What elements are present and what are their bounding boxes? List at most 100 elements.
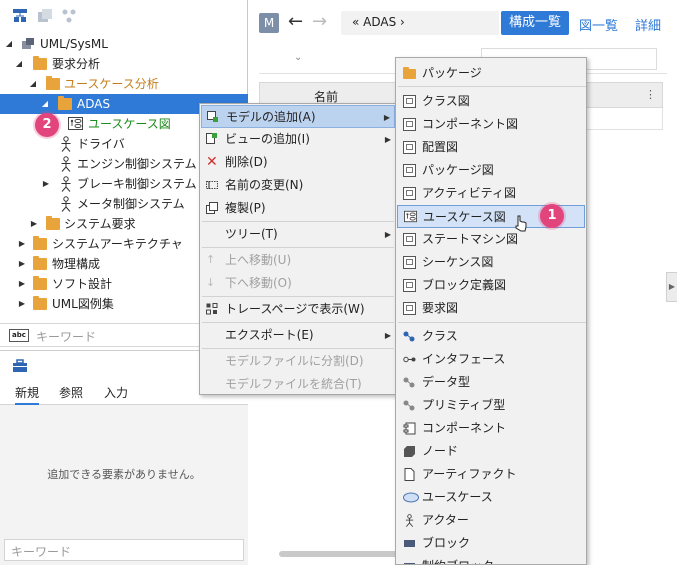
rename-icon (206, 181, 218, 189)
menu-item-rename[interactable]: 名前の変更(N) (201, 174, 395, 197)
submenu-item-sequence-diagram[interactable]: シーケンス図 (397, 251, 585, 274)
forward-arrow-icon[interactable]: → (312, 11, 327, 32)
submenu-item-actor[interactable]: アクター (397, 509, 585, 532)
submenu-item-requirement-diagram[interactable]: 要求図 (397, 297, 585, 320)
expand-arrow-icon[interactable]: ◢ (40, 94, 50, 114)
breadcrumb[interactable]: « ADAS › (341, 11, 499, 35)
submenu-item-statemachine-diagram[interactable]: ステートマシン図 (397, 228, 585, 251)
usecase-diagram-icon (68, 117, 83, 130)
step-badge-2: 2 (35, 113, 59, 137)
submenu-item-usecase[interactable]: ユースケース (397, 486, 585, 509)
submenu-arrow-icon: ▶ (384, 230, 391, 239)
model-button[interactable]: M (259, 13, 279, 33)
tree-item-root[interactable]: ◢ UML/SysML (0, 34, 248, 54)
expand-arrow-icon[interactable]: ◢ (4, 34, 14, 54)
menu-item-show-trace[interactable]: トレースページで表示(W) (201, 298, 395, 321)
requirement-diagram-icon (403, 302, 416, 315)
copy-view-icon[interactable] (37, 8, 53, 24)
add-view-icon (206, 133, 217, 144)
submenu-item-component-diagram[interactable]: コンポーネント図 (397, 113, 585, 136)
back-arrow-icon[interactable]: ← (288, 11, 303, 32)
activity-diagram-icon (403, 187, 416, 200)
menu-item-label: 削除(D) (225, 155, 268, 169)
block-definition-diagram-icon (403, 279, 416, 292)
expand-arrow-icon[interactable]: ◢ (28, 74, 38, 94)
arrow-down-icon: ↓ (206, 276, 216, 289)
submenu-arrow-icon: ▶ (383, 113, 390, 122)
submenu-item-constraint-block[interactable]: 制約ブロック (397, 555, 585, 564)
toolbox-icon[interactable] (12, 359, 28, 373)
chevron-down-icon[interactable]: ⌄ (294, 52, 302, 63)
abc-icon: abc (9, 329, 29, 342)
duplicate-icon (206, 202, 218, 214)
submenu-item-deployment-diagram[interactable]: 配置図 (397, 136, 585, 159)
component-icon (403, 422, 416, 435)
submenu-item-interface[interactable]: インタフェース (397, 348, 585, 371)
submenu-item-block-definition-diagram[interactable]: ブロック定義図 (397, 274, 585, 297)
submenu-item-block[interactable]: ブロック (397, 532, 585, 555)
submenu-item-datatype[interactable]: データ型 (397, 371, 585, 394)
actor-icon (61, 196, 71, 212)
component-diagram-icon (403, 118, 416, 131)
collapse-arrow-icon[interactable]: ▶ (17, 254, 27, 274)
structure-list-button[interactable]: 構成一覧 (501, 11, 569, 35)
menu-item-label: ビューの追加(I) (225, 132, 310, 146)
collapse-arrow-icon[interactable]: ▶ (17, 274, 27, 294)
menu-separator (202, 348, 394, 349)
submenu-item-package[interactable]: パッケージ (397, 62, 585, 85)
menu-item-delete[interactable]: ✕ 削除(D) (201, 151, 395, 174)
expand-arrow-icon[interactable]: ◢ (14, 54, 24, 74)
submenu-item-class[interactable]: クラス (397, 325, 585, 348)
sequence-diagram-icon (403, 256, 416, 269)
block-icon (404, 540, 415, 547)
menu-item-add-view[interactable]: ビューの追加(I) ▶ (201, 128, 395, 151)
column-menu-icon[interactable]: ⋮ (645, 88, 656, 101)
collapse-arrow-icon[interactable]: ▶ (17, 294, 27, 314)
package-diagram-icon (403, 164, 416, 177)
menu-item-split-model: モデルファイルに分割(D) (201, 350, 395, 373)
collapse-arrow-icon[interactable]: ▶ (17, 234, 27, 254)
menu-item-label: 下へ移動(O) (225, 276, 292, 290)
submenu-item-label: パッケージ (422, 66, 482, 80)
side-panel-toggle[interactable]: ▶ (666, 272, 677, 302)
submenu-item-artifact[interactable]: アーティファクト (397, 463, 585, 486)
tree-item-label: システムアーキテクチャ (52, 237, 183, 251)
menu-item-add-model[interactable]: モデルの追加(A) ▶ (201, 105, 395, 128)
menu-item-tree[interactable]: ツリー(T) ▶ (201, 223, 395, 246)
submenu-item-node[interactable]: ノード (397, 440, 585, 463)
collapse-arrow-icon[interactable]: ▶ (41, 174, 51, 194)
folder-icon (33, 56, 47, 70)
submenu-item-package-diagram[interactable]: パッケージ図 (397, 159, 585, 182)
tree-item-usecase-analysis[interactable]: ◢ ユースケース分析 (0, 74, 248, 94)
submenu-item-label: クラス図 (422, 94, 470, 108)
class-diagram-icon (403, 95, 416, 108)
statemachine-diagram-icon (403, 233, 416, 246)
tree-structure-icon[interactable] (12, 8, 28, 24)
submenu-item-activity-diagram[interactable]: アクティビティ図 (397, 182, 585, 205)
folder-icon (58, 96, 72, 110)
detail-link[interactable]: 詳細 (635, 15, 661, 34)
palette-keyword-input[interactable]: キーワード (4, 539, 244, 561)
submenu-item-component[interactable]: コンポーネント (397, 417, 585, 440)
menu-item-move-up: ↑ 上へ移動(U) (201, 249, 395, 272)
menu-separator (202, 296, 394, 297)
submenu-item-primitive-type[interactable]: プリミティブ型 (397, 394, 585, 417)
tab-reference[interactable]: 参照 (59, 384, 83, 401)
menu-item-duplicate[interactable]: 複製(P) (201, 197, 395, 220)
tab-input[interactable]: 入力 (104, 384, 128, 401)
hierarchy-icon[interactable] (61, 8, 77, 24)
menu-item-label: モデルファイルに分割(D) (225, 354, 364, 368)
tab-new[interactable]: 新規 (15, 384, 40, 405)
menu-separator (202, 221, 394, 222)
folder-icon (33, 276, 47, 290)
submenu-item-label: シーケンス図 (422, 255, 494, 269)
tree-item-label: UML図例集 (52, 297, 114, 311)
collapse-arrow-icon[interactable]: ▶ (29, 214, 39, 234)
menu-separator (398, 86, 586, 87)
folder-icon (33, 236, 47, 250)
tree-item-requirements-analysis[interactable]: ◢ 要求分析 (0, 54, 248, 74)
submenu-item-class-diagram[interactable]: クラス図 (397, 90, 585, 113)
diagram-list-link[interactable]: 図一覧 (579, 15, 618, 34)
menu-item-label: モデルファイルを統合(T) (225, 377, 362, 391)
menu-item-export[interactable]: エクスポート(E) ▶ (201, 324, 395, 347)
